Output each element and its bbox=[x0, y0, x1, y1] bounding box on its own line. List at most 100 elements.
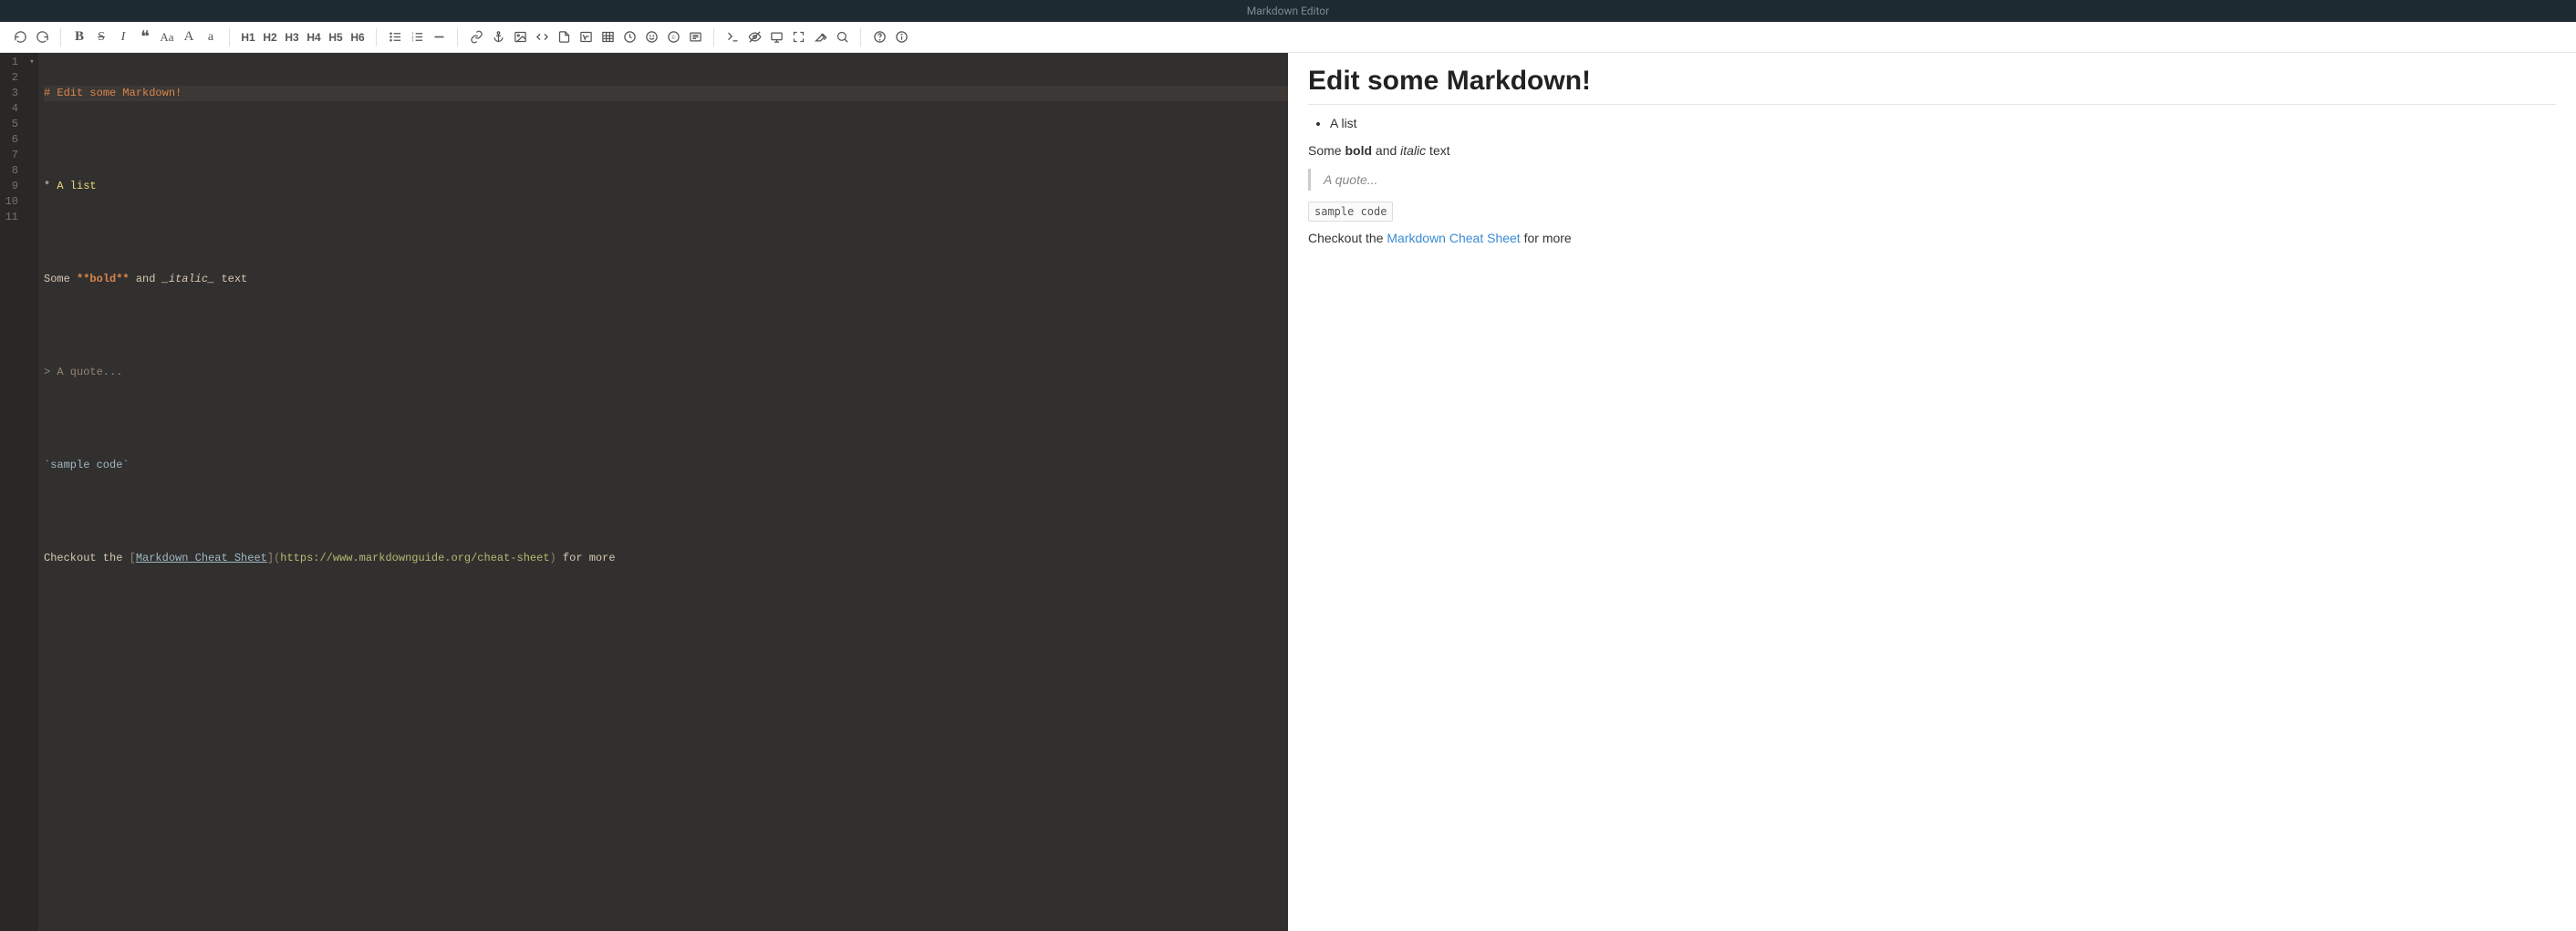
text: Some bbox=[44, 273, 77, 285]
quote-text: > A quote... bbox=[44, 366, 122, 378]
strikethrough-button[interactable]: S bbox=[90, 26, 112, 48]
unordered-list-button[interactable] bbox=[384, 26, 406, 48]
code-area[interactable]: # Edit some Markdown! * A list Some **bo… bbox=[38, 53, 1288, 931]
line-number: 10 bbox=[4, 194, 18, 210]
code-line[interactable] bbox=[44, 318, 1288, 334]
quote-button[interactable]: ❝ bbox=[134, 26, 156, 48]
fullscreen-button[interactable] bbox=[787, 26, 809, 48]
line-number: 7 bbox=[4, 148, 18, 163]
search-button[interactable] bbox=[831, 26, 853, 48]
h4-button[interactable]: H4 bbox=[303, 26, 325, 48]
help-button[interactable] bbox=[868, 26, 890, 48]
h5-button[interactable]: H5 bbox=[325, 26, 347, 48]
bold-button[interactable]: B bbox=[68, 26, 90, 48]
bold-text: **bold** bbox=[77, 273, 130, 285]
horizontal-rule-button[interactable] bbox=[428, 26, 450, 48]
redo-button[interactable] bbox=[31, 26, 53, 48]
preview-code-wrap: sample code bbox=[1308, 202, 2556, 222]
toolbar: B S I ❝ Aa A a H1 H2 H3 H4 H5 H6 123 © bbox=[0, 22, 2576, 53]
paren: ) bbox=[550, 552, 556, 564]
undo-button[interactable] bbox=[9, 26, 31, 48]
preview-list: A list bbox=[1330, 116, 2556, 130]
anchor-button[interactable] bbox=[487, 26, 509, 48]
uppercase-button[interactable]: Aa bbox=[156, 26, 178, 48]
preview-link[interactable]: Markdown Cheat Sheet bbox=[1387, 231, 1520, 245]
preview-blockquote: A quote... bbox=[1308, 169, 2556, 191]
emoji-button[interactable] bbox=[640, 26, 662, 48]
text: for more bbox=[1521, 231, 1572, 245]
code-line[interactable] bbox=[44, 225, 1288, 241]
title-bar: Markdown Editor bbox=[0, 0, 2576, 22]
watch-button[interactable] bbox=[743, 26, 765, 48]
italic-button[interactable]: I bbox=[112, 26, 134, 48]
preview-button[interactable] bbox=[765, 26, 787, 48]
fold-gutter: ▾ bbox=[26, 53, 38, 931]
goto-line-button[interactable] bbox=[722, 26, 743, 48]
math-button[interactable] bbox=[575, 26, 597, 48]
code-line[interactable]: > A quote... bbox=[44, 365, 1288, 380]
h1-button[interactable]: H1 bbox=[237, 26, 259, 48]
bracket: [ bbox=[130, 552, 136, 564]
line-number: 2 bbox=[4, 70, 18, 86]
text: Checkout the bbox=[1308, 231, 1387, 245]
separator bbox=[60, 28, 61, 47]
separator bbox=[457, 28, 458, 47]
line-number: 6 bbox=[4, 132, 18, 148]
link-text: Markdown Cheat Sheet bbox=[136, 552, 267, 564]
preview-paragraph: Checkout the Markdown Cheat Sheet for mo… bbox=[1308, 231, 2556, 245]
code-line[interactable]: * A list bbox=[44, 179, 1288, 194]
code-line[interactable] bbox=[44, 132, 1288, 148]
code-line[interactable] bbox=[44, 411, 1288, 427]
h3-button[interactable]: H3 bbox=[281, 26, 303, 48]
fold-marker-icon[interactable]: ▾ bbox=[26, 55, 38, 70]
inline-code: `sample code` bbox=[44, 459, 130, 471]
line-number: 5 bbox=[4, 117, 18, 132]
text: and bbox=[1372, 143, 1400, 158]
line-number: 3 bbox=[4, 86, 18, 101]
h2-button[interactable]: H2 bbox=[259, 26, 281, 48]
ordered-list-button[interactable]: 123 bbox=[406, 26, 428, 48]
lowercase-button[interactable]: a bbox=[200, 26, 222, 48]
code-button[interactable] bbox=[531, 26, 553, 48]
separator bbox=[860, 28, 861, 47]
preview-code: sample code bbox=[1308, 202, 1393, 222]
pagebreak-button[interactable] bbox=[684, 26, 706, 48]
text: Some bbox=[1308, 143, 1345, 158]
link-url: https://www.markdownguide.org/cheat-shee… bbox=[280, 552, 549, 564]
special-char-button[interactable]: © bbox=[662, 26, 684, 48]
text: Checkout the bbox=[44, 552, 130, 564]
separator bbox=[713, 28, 714, 47]
table-button[interactable] bbox=[597, 26, 618, 48]
clear-button[interactable] bbox=[809, 26, 831, 48]
h6-button[interactable]: H6 bbox=[347, 26, 369, 48]
preview-heading: Edit some Markdown! bbox=[1308, 66, 2556, 105]
separator bbox=[376, 28, 377, 47]
code-line[interactable]: Some **bold** and _italic_ text bbox=[44, 272, 1288, 287]
preview-paragraph: Some bold and italic text bbox=[1308, 143, 2556, 158]
separator bbox=[229, 28, 230, 47]
text: text bbox=[214, 273, 247, 285]
datetime-button[interactable] bbox=[618, 26, 640, 48]
codeblock-button[interactable] bbox=[553, 26, 575, 48]
link-button[interactable] bbox=[465, 26, 487, 48]
line-number: 8 bbox=[4, 163, 18, 179]
editor-pane[interactable]: 1 2 3 4 5 6 7 8 9 10 11 ▾ # Edit some Ma… bbox=[0, 53, 1288, 931]
code-line[interactable]: # Edit some Markdown! bbox=[44, 86, 1288, 101]
image-button[interactable] bbox=[509, 26, 531, 48]
text: and bbox=[130, 273, 162, 285]
italic-text: _italic_ bbox=[162, 273, 215, 285]
info-button[interactable] bbox=[890, 26, 912, 48]
line-number-gutter: 1 2 3 4 5 6 7 8 9 10 11 bbox=[0, 53, 26, 931]
code-line[interactable]: Checkout the [Markdown Cheat Sheet](http… bbox=[44, 551, 1288, 566]
font-button[interactable]: A bbox=[178, 26, 200, 48]
line-number: 9 bbox=[4, 179, 18, 194]
list-text: A list bbox=[50, 180, 96, 192]
preview-pane: Edit some Markdown! A list Some bold and… bbox=[1288, 53, 2576, 931]
code-line[interactable]: `sample code` bbox=[44, 458, 1288, 473]
preview-list-item: A list bbox=[1330, 116, 2556, 130]
workspace: 1 2 3 4 5 6 7 8 9 10 11 ▾ # Edit some Ma… bbox=[0, 53, 2576, 931]
code-line[interactable] bbox=[44, 504, 1288, 520]
italic-text: italic bbox=[1400, 143, 1426, 158]
heading-text: Edit some Markdown! bbox=[50, 87, 182, 99]
bracket: ] bbox=[267, 552, 274, 564]
